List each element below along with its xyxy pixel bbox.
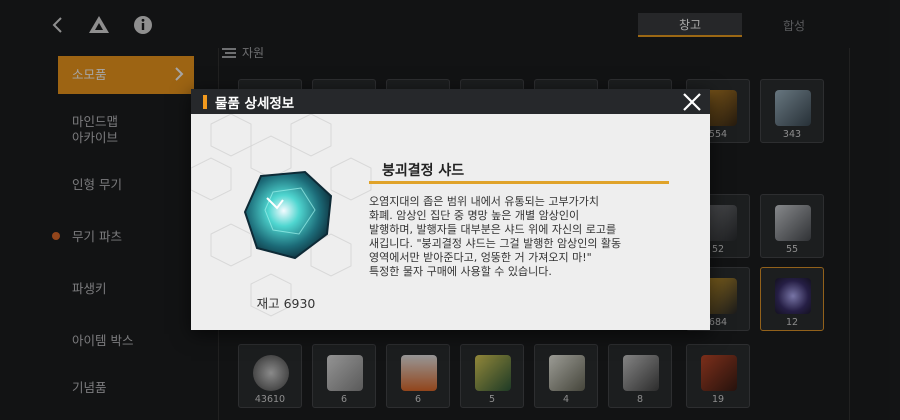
header-accent (203, 94, 207, 109)
item-name: 붕괴결정 샤드 (382, 163, 465, 179)
item-detail-dialog: 물품 상세정보 재고 6930 붕괴결정 샤드 오염지대의 좁은 범위 내에서 … (191, 89, 710, 330)
title-divider (369, 181, 669, 184)
dialog-body: 재고 6930 붕괴결정 샤드 오염지대의 좁은 범위 내에서 유통되는 고부가… (191, 114, 710, 330)
close-button[interactable] (680, 90, 704, 114)
dialog-title: 물품 상세정보 (215, 95, 295, 112)
stock-count: 재고 6930 (256, 296, 316, 311)
crystal-shard-image (243, 170, 333, 260)
dialog-header: 물품 상세정보 (191, 89, 710, 114)
close-icon (683, 93, 701, 111)
item-description: 오염지대의 좁은 범위 내에서 유통되는 고부가가치 화폐. 암상인 집단 중 … (369, 195, 622, 278)
